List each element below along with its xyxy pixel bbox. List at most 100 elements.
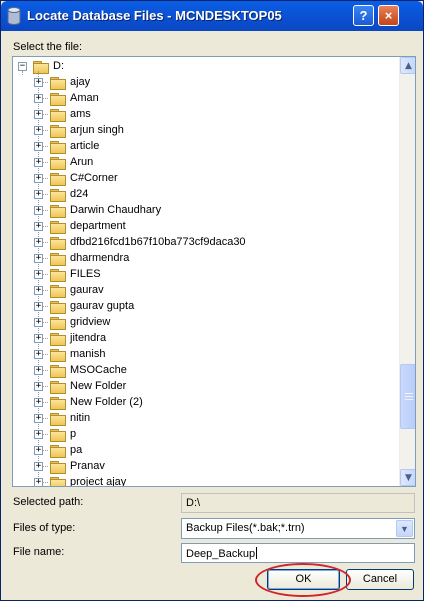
folder-icon [50,109,66,122]
title-bar[interactable]: Locate Database Files - MCNDESKTOP05 ? × [1,1,423,31]
highlight-ring [255,563,351,597]
tree-folder-label: jitendra [70,332,107,344]
help-button[interactable]: ? [353,5,374,26]
folder-icon [50,125,66,138]
folder-icon [50,413,66,426]
tree-folder-row[interactable]: + Arun [13,155,393,171]
chevron-down-icon: ▼ [400,524,409,534]
tree-folder-label: Darwin Chaudhary [70,204,162,216]
folder-icon [50,461,66,474]
scroll-down-button[interactable]: ▼ [400,469,415,486]
tree-folder-label: arjun singh [70,124,124,136]
tree-folder-row[interactable]: + gaurav [13,283,393,299]
tree-folder-label: ams [70,108,91,120]
tree-folder-row[interactable]: + project ajay [13,475,393,486]
expand-icon[interactable]: + [34,333,43,343]
file-name-value: Deep_Backup [186,547,258,560]
expand-icon[interactable]: + [34,205,43,215]
file-name-label: File name: [13,546,65,558]
files-of-type-value: Backup Files(*.bak;*.trn) [186,522,305,534]
expand-icon[interactable]: + [34,429,43,439]
tree-folder-label: department [70,220,126,232]
files-of-type-select[interactable]: Backup Files(*.bak;*.trn) ▼ [181,518,415,539]
tree-folder-row[interactable]: + d24 [13,187,393,203]
expand-icon[interactable]: + [34,445,43,455]
collapse-icon[interactable]: − [18,61,27,71]
expand-icon[interactable]: + [34,173,43,183]
expand-icon[interactable]: + [34,285,43,295]
expand-icon[interactable]: + [34,237,43,247]
expand-icon[interactable]: + [34,301,43,311]
tree-folder-row[interactable]: + MSOCache [13,363,393,379]
tree-folder-label: gaurav [70,284,104,296]
tree-folder-row[interactable]: + FILES [13,267,393,283]
expand-icon[interactable]: + [34,349,43,359]
folder-icon [50,205,66,218]
tree-folder-row[interactable]: + department [13,219,393,235]
folder-icon [50,301,66,314]
expand-icon[interactable]: + [34,77,43,87]
tree-folder-row[interactable]: + ams [13,107,393,123]
expand-icon[interactable]: + [34,413,43,423]
tree-folder-row[interactable]: + manish [13,347,393,363]
tree-folder-row[interactable]: + article [13,139,393,155]
tree-folder-row[interactable]: + dharmendra [13,251,393,267]
tree-folder-row[interactable]: + Pranav [13,459,393,475]
expand-icon[interactable]: + [34,253,43,263]
tree-scrollbar[interactable]: ▲ ▼ [399,57,415,486]
file-name-input[interactable]: Deep_Backup [181,543,415,563]
folder-icon [50,349,66,362]
selected-path-value: D:\ [186,497,201,509]
tree-folder-row[interactable]: + gaurav gupta [13,299,393,315]
selected-path-field: D:\ [181,493,415,513]
folder-icon [50,77,66,90]
expand-icon[interactable]: + [34,269,43,279]
scroll-up-icon: ▲ [405,61,412,71]
tree-folder-row[interactable]: + nitin [13,411,393,427]
expand-icon[interactable]: + [34,317,43,327]
expand-icon[interactable]: + [34,125,43,135]
cancel-button[interactable]: Cancel [346,569,414,590]
expand-icon[interactable]: + [34,461,43,471]
select-file-label: Select the file: [13,41,83,53]
tree-folder-label: New Folder [70,380,127,392]
expand-icon[interactable]: + [34,221,43,231]
drive-folder-icon [33,61,49,74]
expand-icon[interactable]: + [34,93,43,103]
tree-folder-label: MSOCache [70,364,127,376]
tree-folder-label: Arun [70,156,94,168]
expand-icon[interactable]: + [34,109,43,119]
tree-folder-row[interactable]: + New Folder (2) [13,395,393,411]
tree-folder-row[interactable]: + p [13,427,393,443]
tree-folder-label: pa [70,444,83,456]
expand-icon[interactable]: + [34,141,43,151]
tree-folder-label: nitin [70,412,91,424]
folder-icon [50,333,66,346]
tree-folder-row[interactable]: + arjun singh [13,123,393,139]
tree-folder-label: p [70,428,77,440]
tree-folder-row[interactable]: + pa [13,443,393,459]
expand-icon[interactable]: + [34,365,43,375]
expand-icon[interactable]: + [34,477,43,486]
expand-icon[interactable]: + [34,397,43,407]
tree-folder-row[interactable]: + New Folder [13,379,393,395]
folder-tree[interactable]: − D: + ajay + Aman + ams + arjun singh + article +… [12,56,416,487]
tree-folder-row[interactable]: + ajay [13,75,393,91]
files-of-type-label: Files of type: [13,522,76,534]
expand-icon[interactable]: + [34,189,43,199]
tree-folder-row[interactable]: + Aman [13,91,393,107]
tree-folder-row[interactable]: + jitendra [13,331,393,347]
tree-folder-row[interactable]: + Darwin Chaudhary [13,203,393,219]
locate-database-files-dialog: Locate Database Files - MCNDESKTOP05 ? ×… [0,0,424,601]
folder-icon [50,93,66,106]
close-button[interactable]: × [378,5,399,26]
tree-folder-row[interactable]: + dfbd216fcd1b67f10ba773cf9daca30 [13,235,393,251]
tree-folder-row[interactable]: + C#Corner [13,171,393,187]
scroll-thumb[interactable] [400,364,415,429]
folder-icon [50,221,66,234]
dropdown-button[interactable]: ▼ [396,520,413,537]
expand-icon[interactable]: + [34,157,43,167]
expand-icon[interactable]: + [34,381,43,391]
tree-folder-row[interactable]: + gridview [13,315,393,331]
scroll-up-button[interactable]: ▲ [400,57,415,74]
